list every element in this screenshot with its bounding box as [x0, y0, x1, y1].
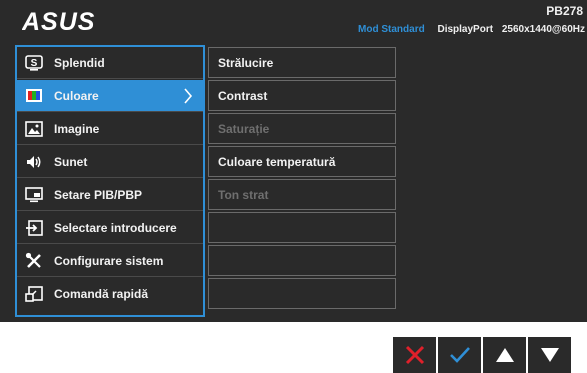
menu-item-label: Configurare sistem	[54, 253, 164, 268]
menu-item-imagine[interactable]: Imagine	[17, 113, 203, 145]
menu-item-label: Sunet	[54, 154, 88, 169]
submenu-item-ton-strat: Ton strat	[208, 179, 396, 210]
splendid-icon: S	[25, 54, 43, 71]
menu-item-comanda-rapida[interactable]: Comandă rapidă	[17, 278, 203, 310]
pip-icon	[25, 186, 43, 203]
menu-item-configurare-sistem[interactable]: Configurare sistem	[17, 245, 203, 277]
tools-icon	[25, 252, 43, 269]
menu-item-label: Splendid	[54, 55, 105, 70]
up-arrow-icon	[495, 348, 514, 362]
submenu-item-empty	[208, 212, 396, 243]
close-icon	[405, 345, 424, 365]
status-bar: Mod Standard DisplayPort 2560x1440@60Hz	[358, 24, 585, 35]
check-icon	[449, 347, 470, 363]
speaker-icon	[25, 154, 43, 170]
menu-item-splendid[interactable]: S Splendid	[17, 47, 203, 79]
submenu-item-contrast[interactable]: Contrast	[208, 80, 396, 111]
submenu-item-empty	[208, 245, 396, 276]
shortcut-icon	[25, 286, 43, 302]
color-icon	[25, 88, 43, 104]
svg-text:S: S	[31, 58, 38, 69]
menu-item-label: Imagine	[54, 121, 100, 136]
asus-logo: ASUS	[22, 8, 95, 34]
menu-item-label: Setare PIB/PBP	[54, 187, 143, 202]
menu-item-culoare[interactable]: Culoare	[17, 80, 203, 112]
menu-item-label: Culoare	[54, 88, 99, 103]
menu-item-label: Comandă rapidă	[54, 287, 149, 301]
main-menu: S Splendid Culoare Imagine Sunet Setare …	[15, 45, 205, 317]
chevron-right-icon	[183, 88, 193, 107]
down-button[interactable]	[528, 337, 571, 373]
model-name: PB278	[546, 4, 583, 18]
image-icon	[25, 120, 43, 137]
down-arrow-icon	[540, 348, 559, 362]
input-port: DisplayPort	[437, 24, 494, 35]
submenu-item-culoare-temperatura[interactable]: Culoare temperatură	[208, 146, 396, 177]
input-icon	[25, 219, 43, 236]
resolution: 2560x1440@60Hz	[501, 24, 585, 35]
control-buttons	[393, 337, 573, 373]
submenu-item-stralucire[interactable]: Strălucire	[208, 47, 396, 78]
close-button[interactable]	[393, 337, 436, 373]
submenu-item-empty	[208, 278, 396, 309]
osd-panel: ASUS PB278 Mod Standard DisplayPort 2560…	[0, 0, 587, 322]
menu-item-sunet[interactable]: Sunet	[17, 146, 203, 178]
submenu-item-saturatie: Saturație	[208, 113, 396, 144]
menu-item-label: Selectare introducere	[54, 220, 177, 235]
display-mode: Mod Standard	[358, 24, 425, 35]
menu-item-setare-pip-pbp[interactable]: Setare PIB/PBP	[17, 179, 203, 211]
menu-item-selectare-introducere[interactable]: Selectare introducere	[17, 212, 203, 244]
confirm-button[interactable]	[438, 337, 481, 373]
up-button[interactable]	[483, 337, 526, 373]
svg-text:ASUS: ASUS	[22, 8, 95, 34]
